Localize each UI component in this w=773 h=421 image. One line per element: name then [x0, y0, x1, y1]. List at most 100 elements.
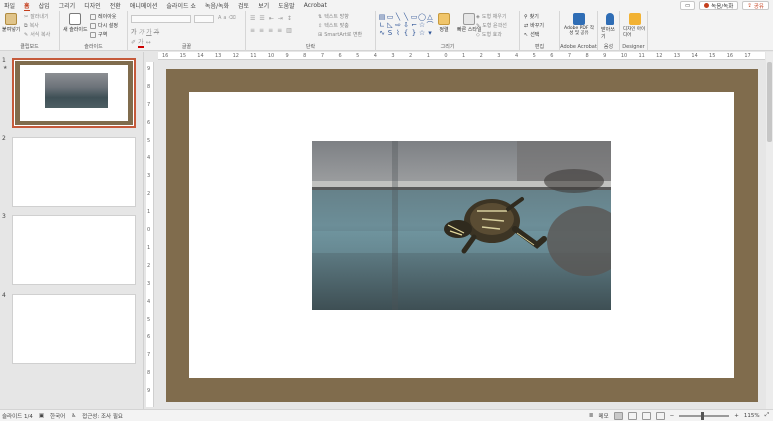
reset-button[interactable]: 다시 설정	[90, 22, 118, 29]
line2-shape-icon[interactable]: ╲	[402, 13, 410, 21]
bullets-icon[interactable]: ☰	[250, 15, 255, 22]
arrange-button[interactable]: 정렬	[438, 13, 450, 33]
slide-thumbnail-3[interactable]	[12, 215, 136, 285]
underline-icon[interactable]: 가	[146, 27, 152, 36]
brace-open-shape-icon[interactable]: {	[402, 29, 410, 37]
format-painter-button[interactable]: ✎ 서식 복사	[24, 31, 50, 39]
zoom-out-button[interactable]: −	[670, 413, 675, 419]
star2-shape-icon[interactable]: ☆	[418, 29, 426, 37]
slide-sorter-button[interactable]	[627, 411, 637, 420]
slide-1[interactable]	[166, 69, 758, 402]
align-right-icon[interactable]: ≡	[268, 27, 273, 34]
scrollbar-thumb[interactable]	[767, 62, 772, 142]
tab-animations[interactable]: 애니메이션	[130, 1, 158, 10]
tab-insert[interactable]: 삽입	[39, 1, 50, 10]
bold-icon[interactable]: 가	[131, 27, 137, 36]
shape-fill-button[interactable]: ◈ 도형 채우기	[476, 13, 506, 21]
align-text-button[interactable]: ⇳ 텍스트 맞춤	[318, 22, 349, 30]
tab-draw[interactable]: 그리기	[59, 1, 76, 10]
new-slide-button[interactable]: 새 슬라이드	[63, 13, 88, 33]
share-button[interactable]: ⇪ 공유	[742, 1, 769, 10]
curly-shape-icon[interactable]: ⌇	[394, 29, 402, 37]
design-ideas-button[interactable]: 디자인 아이디어	[623, 13, 647, 38]
bracket-shape-icon[interactable]: ⌐	[410, 21, 418, 29]
zoom-level[interactable]: 115%	[744, 413, 760, 419]
oval-shape-icon[interactable]: ◯	[418, 13, 426, 21]
create-pdf-button[interactable]: Adobe PDF 작성 및 공유	[562, 13, 596, 36]
outdent-icon[interactable]: ⇤	[269, 15, 274, 22]
list-row[interactable]: ☰ ☰ ⇤ ⇥ ↕	[250, 15, 292, 22]
wave-shape-icon[interactable]: ∿	[378, 29, 386, 37]
copy-button[interactable]: ⧉ 복사	[24, 22, 39, 30]
dictate-button[interactable]: 받아쓰기	[601, 13, 619, 40]
fit-slide-icon[interactable]: ⤢	[765, 412, 769, 419]
slide-thumbnail-4[interactable]	[12, 294, 136, 364]
spellcheck-icon[interactable]: ▣	[39, 413, 44, 419]
turtle-photo[interactable]	[312, 141, 611, 310]
align-row[interactable]: ≡ ≡ ≡ ≡ ▥	[250, 27, 292, 34]
tab-acrobat[interactable]: Acrobat	[304, 2, 327, 9]
tab-help[interactable]: 도움말	[278, 1, 295, 10]
line-shape-icon[interactable]: ╲	[394, 13, 402, 21]
align-center-icon[interactable]: ≡	[259, 27, 264, 34]
more-shapes-icon[interactable]: ▾	[426, 29, 434, 37]
replace-button[interactable]: ⇄ 바꾸기	[524, 22, 544, 30]
rect-shape-icon[interactable]: ▭	[386, 13, 394, 21]
rtri-shape-icon[interactable]: ◺	[386, 21, 394, 29]
tab-review[interactable]: 검토	[238, 1, 249, 10]
columns-icon[interactable]: ▥	[286, 27, 292, 34]
tab-file[interactable]: 파일	[4, 1, 15, 10]
normal-view-button[interactable]	[613, 411, 623, 420]
brace-close-shape-icon[interactable]: }	[410, 29, 418, 37]
shapes-gallery[interactable]: ▤ ▭ ╲ ╲ ▭ ◯ △ ∟ ◺ ⇨ ⇩ ⌐ ☆ ⌒ ∿ S ⌇ { } ☆ …	[378, 13, 434, 37]
arrow-shape-icon[interactable]: ⇨	[394, 21, 402, 29]
find-button[interactable]: ⚲ 찾기	[524, 13, 539, 21]
numbering-icon[interactable]: ☰	[259, 15, 264, 22]
italic-icon[interactable]: 가	[139, 27, 145, 36]
line-spacing-icon[interactable]: ↕	[287, 15, 292, 22]
tab-view[interactable]: 보기	[258, 1, 269, 10]
curve-shape-icon[interactable]: ⌒	[426, 21, 434, 29]
strike-icon[interactable]: 가	[154, 27, 160, 36]
star-shape-icon[interactable]: ☆	[418, 21, 426, 29]
tab-slideshow[interactable]: 슬라이드 쇼	[166, 1, 196, 10]
tab-home[interactable]: 홈	[24, 1, 30, 11]
comments-button[interactable]: ▭	[679, 1, 696, 10]
layout-button[interactable]: 레이아웃	[90, 13, 116, 20]
triangle-shape-icon[interactable]: △	[426, 13, 434, 21]
notes-button[interactable]: 메모	[599, 412, 609, 420]
rect2-shape-icon[interactable]: ▭	[410, 13, 418, 21]
paste-button[interactable]: 붙여넣기	[2, 13, 20, 33]
zoom-slider[interactable]	[679, 411, 730, 420]
tab-record[interactable]: 녹음/녹화	[205, 1, 229, 10]
text-direction-button[interactable]: ⇅ 텍스트 방향	[318, 13, 349, 21]
slideshow-button[interactable]	[655, 411, 665, 420]
font-size-select[interactable]	[194, 15, 214, 23]
downarrow-shape-icon[interactable]: ⇩	[402, 21, 410, 29]
zoom-slider-knob[interactable]	[701, 411, 705, 420]
angle-shape-icon[interactable]: ∟	[378, 21, 386, 29]
select-button[interactable]: ↖ 선택	[524, 31, 539, 39]
tab-design[interactable]: 디자인	[84, 1, 101, 10]
slide-canvas[interactable]	[157, 61, 766, 409]
zoom-in-button[interactable]: +	[734, 413, 739, 419]
reading-view-button[interactable]	[641, 411, 651, 420]
shape-effects-button[interactable]: ◇ 도형 효과	[476, 31, 502, 39]
s-shape-icon[interactable]: S	[386, 29, 394, 37]
record-button[interactable]: 녹음/녹화	[699, 1, 739, 10]
indent-icon[interactable]: ⇥	[278, 15, 283, 22]
slide-thumbnail-1[interactable]	[12, 58, 136, 128]
smartart-button[interactable]: ⊞ SmartArt로 변환	[318, 31, 362, 39]
cut-button[interactable]: ✂ 잘라내기	[24, 13, 49, 21]
language-indicator[interactable]: 한국어	[50, 412, 65, 420]
textbox-shape-icon[interactable]: ▤	[378, 13, 386, 21]
tab-transitions[interactable]: 전환	[110, 1, 121, 10]
align-left-icon[interactable]: ≡	[250, 27, 255, 34]
justify-icon[interactable]: ≡	[277, 27, 282, 34]
font-size-adjust[interactable]: Aa ⌫	[218, 15, 236, 21]
section-button[interactable]: 구역	[90, 31, 107, 38]
slide-thumbnail-2[interactable]	[12, 137, 136, 207]
font-style-row[interactable]: 가가가가	[131, 27, 159, 36]
vertical-scrollbar[interactable]	[766, 52, 773, 409]
shape-outline-button[interactable]: ✎ 도형 윤곽선	[476, 22, 507, 30]
